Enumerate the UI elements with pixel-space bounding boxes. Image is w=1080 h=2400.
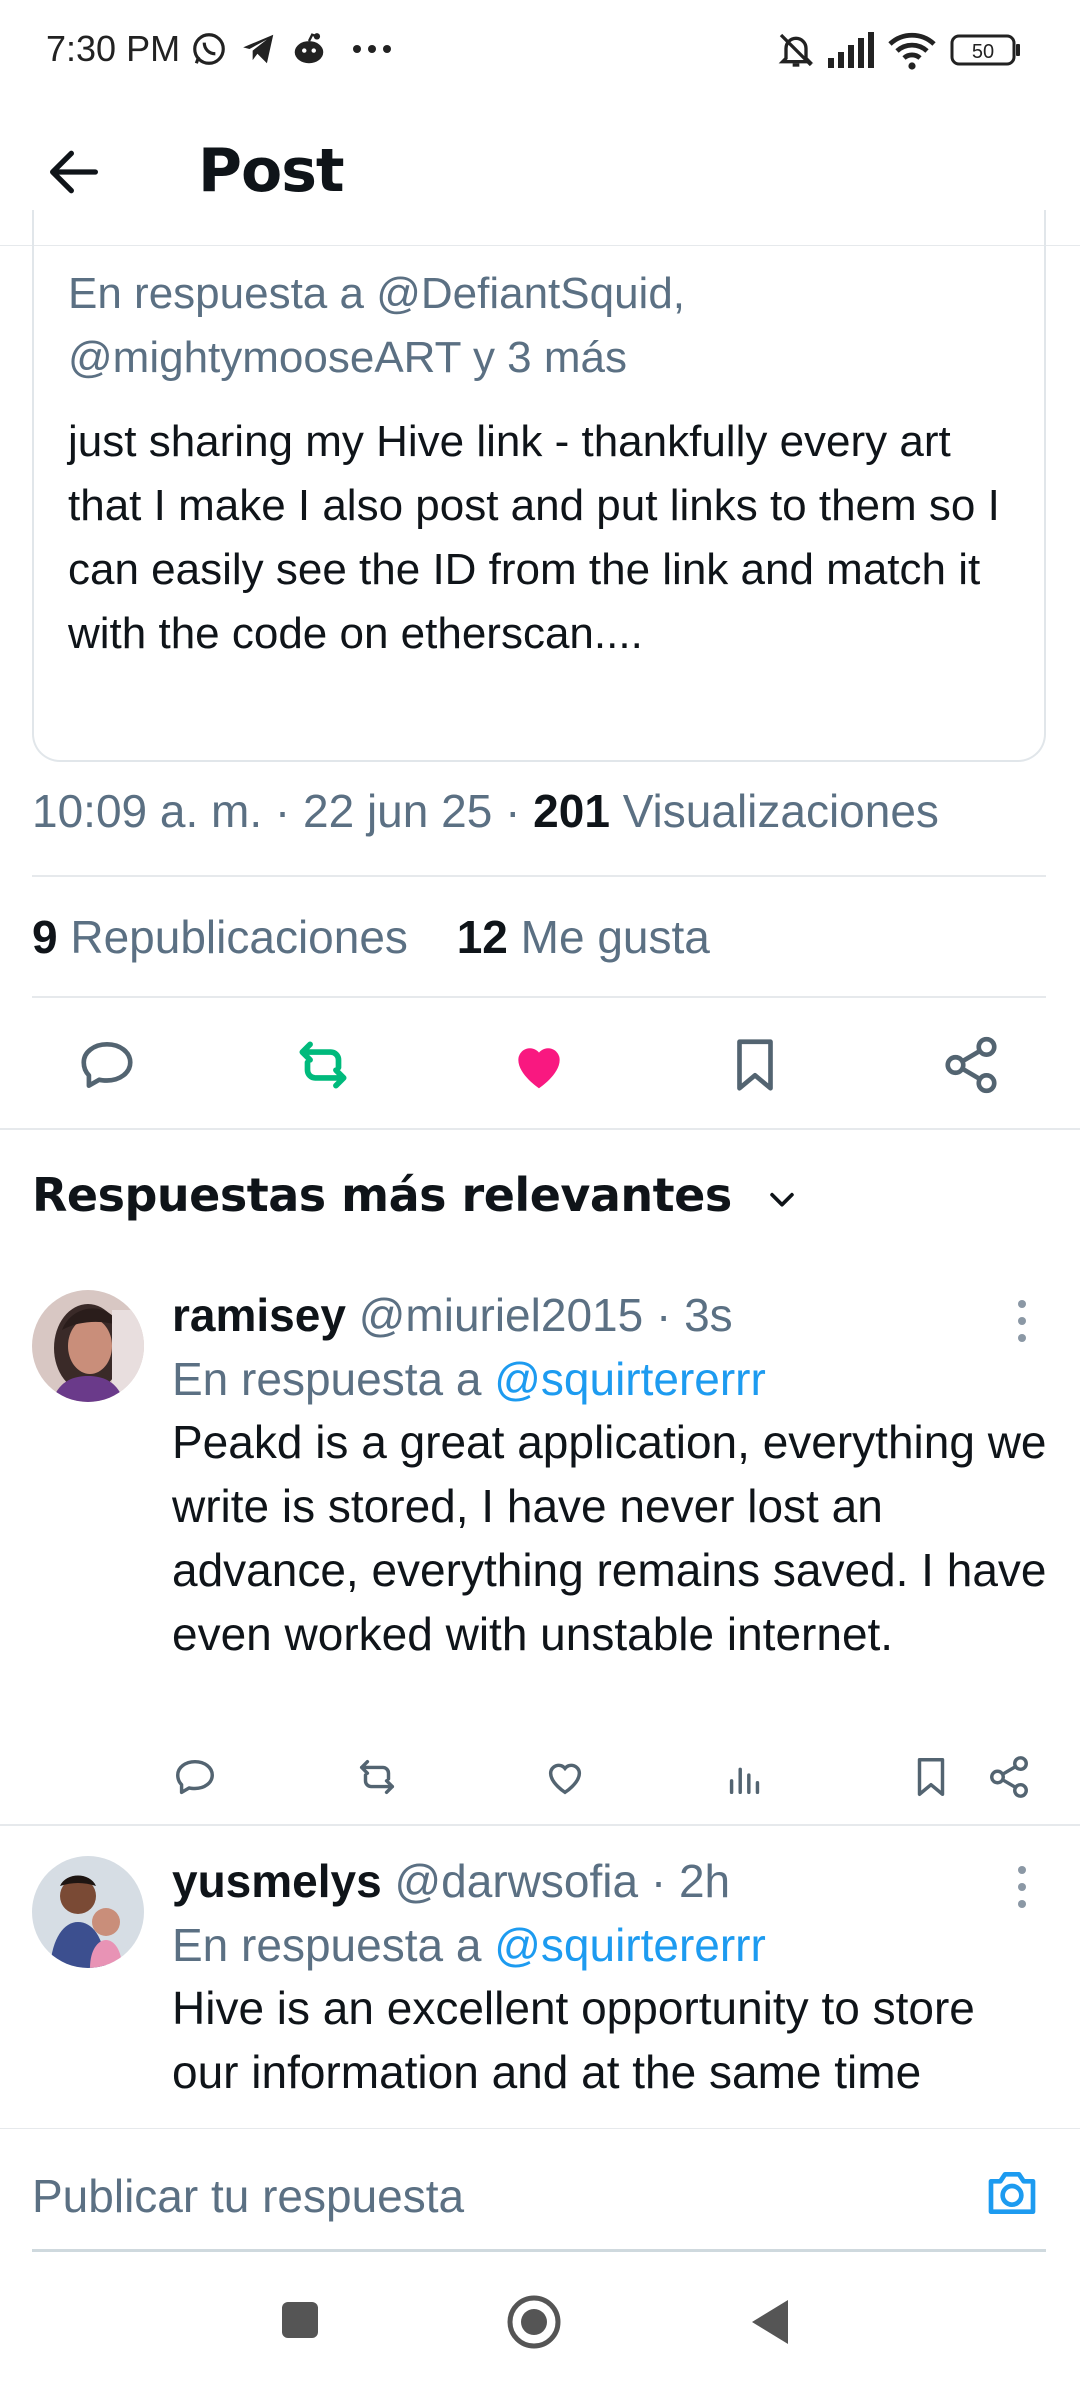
post-timestamp-views: 10:09 a. m. · 22 jun 25 · 201 Visualizac…: [32, 784, 939, 838]
battery-icon: 50: [950, 32, 1022, 68]
reposts-label: Republicaciones: [57, 911, 408, 963]
reply-icon[interactable]: [76, 1034, 138, 1096]
reply-author-handle[interactable]: @darwsofia: [394, 1855, 638, 1907]
system-nav-bar: [0, 2252, 1080, 2400]
reply-author-name[interactable]: yusmelys: [172, 1855, 382, 1907]
reply-context: En respuesta a @squirtererrr: [172, 1352, 766, 1406]
reposts-count: 9: [32, 911, 58, 963]
status-time: 7:30 PM: [46, 28, 181, 69]
post-card[interactable]: En respuesta a @DefiantSquid, @mightymoo…: [32, 210, 1046, 762]
status-bar: 7:30 PM 50: [0, 0, 1080, 100]
post-text: just sharing my Hive link - thankfully e…: [68, 417, 1000, 658]
arrow-left-icon[interactable]: [42, 140, 106, 204]
likes-stat[interactable]: 12 Me gusta: [457, 911, 710, 963]
reply-input-placeholder[interactable]: Publicar tu respuesta: [32, 2169, 464, 2223]
reply-item[interactable]: yusmelys @darwsofia · 2h En respuesta a …: [0, 1846, 1080, 2128]
mute-bell-icon: [776, 30, 816, 70]
battery-level: 50: [972, 41, 994, 63]
replies-sort-dropdown[interactable]: Respuestas más relevantes: [32, 1168, 799, 1222]
reply-icon[interactable]: [172, 1754, 218, 1800]
reply-prefix: En respuesta a: [172, 1919, 495, 1971]
page-title: Post: [198, 136, 345, 206]
reply-author-line: yusmelys @darwsofia · 2h: [172, 1854, 730, 1908]
divider: [32, 996, 1046, 998]
post-reply-to[interactable]: En respuesta a @DefiantSquid, @mightymoo…: [68, 262, 1018, 390]
reply-actions: [172, 1754, 1052, 1804]
post-time: 10:09 a. m. · 22 jun 25 ·: [32, 785, 534, 837]
reply-time: · 3s: [643, 1289, 733, 1341]
replies-sort-label: Respuestas más relevantes: [32, 1168, 732, 1222]
signal-icon: [826, 30, 876, 70]
share-icon[interactable]: [940, 1034, 1002, 1096]
likes-count: 12: [456, 911, 508, 963]
like-icon[interactable]: [542, 1754, 588, 1800]
reply-text: Hive is an excellent opportunity to stor…: [172, 1982, 975, 2098]
reply-author-line: ramisey @miuriel2015 · 3s: [172, 1288, 733, 1342]
whatsapp-icon: [190, 30, 228, 68]
repost-icon[interactable]: [292, 1034, 354, 1096]
reply-divider: [0, 1824, 1080, 1826]
reddit-icon: [290, 30, 328, 68]
more-options-icon[interactable]: [1012, 1296, 1032, 1346]
reply-time: · 2h: [638, 1855, 731, 1907]
reply-prefix: En respuesta a: [172, 1353, 495, 1405]
reposts-stat[interactable]: 9 Republicaciones: [32, 911, 408, 963]
wifi-icon: [888, 30, 936, 70]
more-options-icon[interactable]: [1012, 1862, 1032, 1912]
repost-icon[interactable]: [354, 1754, 400, 1800]
avatar[interactable]: [32, 1290, 144, 1402]
reply-mention-link[interactable]: @squirtererrr: [494, 1353, 766, 1405]
like-icon[interactable]: [508, 1034, 570, 1096]
reply-author-handle[interactable]: @miuriel2015: [359, 1289, 644, 1341]
camera-icon[interactable]: [984, 2165, 1040, 2221]
views-icon[interactable]: [722, 1754, 768, 1800]
divider: [32, 875, 1046, 877]
post-stats: 9 Republicaciones 12 Me gusta: [32, 910, 710, 964]
bookmark-icon[interactable]: [908, 1754, 954, 1800]
section-divider: [0, 1128, 1080, 1130]
views-label: Visualizaciones: [609, 785, 939, 837]
views-count: 201: [533, 785, 610, 837]
reply-composer[interactable]: Publicar tu respuesta: [0, 2128, 1080, 2252]
back-nav-icon[interactable]: [748, 2296, 792, 2348]
chevron-down-icon: [765, 1182, 799, 1216]
reply-context: En respuesta a @squirtererrr: [172, 1918, 766, 1972]
more-dots-icon: [352, 44, 392, 54]
reply-author-name[interactable]: ramisey: [172, 1289, 346, 1341]
post-actions: [0, 1020, 1080, 1110]
reply-text: Peakd is a great application, everything…: [172, 1416, 1047, 1660]
share-icon[interactable]: [986, 1754, 1032, 1800]
avatar[interactable]: [32, 1856, 144, 1968]
bookmark-icon[interactable]: [724, 1034, 786, 1096]
reply-item[interactable]: ramisey @miuriel2015 · 3s En respuesta a…: [0, 1280, 1080, 1820]
recent-apps-icon[interactable]: [278, 2298, 322, 2342]
reply-mention-link[interactable]: @squirtererrr: [494, 1919, 766, 1971]
telegram-icon: [240, 30, 278, 68]
likes-label: Me gusta: [507, 911, 710, 963]
home-icon[interactable]: [506, 2294, 562, 2350]
